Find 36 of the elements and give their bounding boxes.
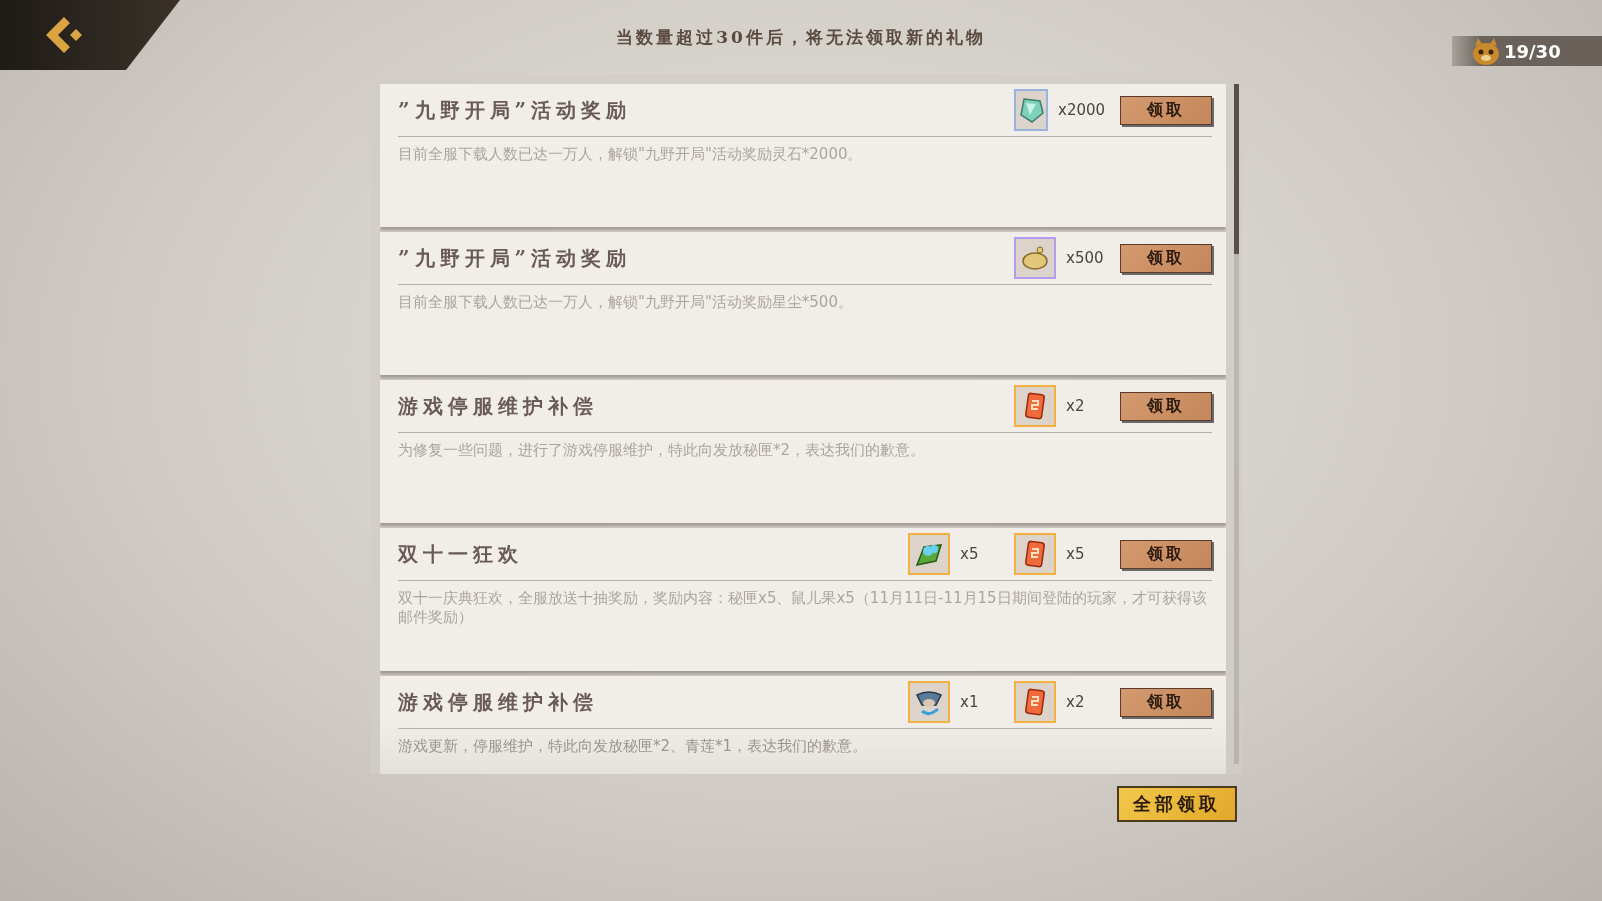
reward-count: x2 xyxy=(1066,397,1085,415)
claim-button[interactable]: 领取 xyxy=(1120,95,1212,125)
reward-count: x2 xyxy=(1066,693,1085,711)
reward-item-slot[interactable] xyxy=(1014,533,1056,575)
mail-title: ”九野开局”活动奖励 xyxy=(398,96,632,124)
reward-item-slot[interactable] xyxy=(908,681,950,723)
reward-item-slot[interactable] xyxy=(1014,681,1056,723)
mail-title: 双十一狂欢 xyxy=(398,540,524,568)
reward-item-slot[interactable] xyxy=(1014,237,1056,279)
mail-description: 目前全服下载人数已达一万人，解锁"九野开局"活动奖励灵石*2000。 xyxy=(398,144,864,164)
claim-button[interactable]: 领取 xyxy=(1120,243,1212,273)
reward-item-slot[interactable] xyxy=(908,533,950,575)
reward-count: x500 xyxy=(1066,249,1104,267)
reward-count: x5 xyxy=(1066,545,1085,563)
reward-item-slot[interactable] xyxy=(1014,385,1056,427)
reward-item-slot[interactable] xyxy=(1014,89,1048,131)
reward-count: x2000 xyxy=(1058,101,1106,119)
notice-text: 当数量超过30件后，将无法领取新的礼物 xyxy=(615,26,987,49)
pouch-icon xyxy=(1020,243,1050,273)
mail-title: 游戏停服维护补偿 xyxy=(398,688,599,716)
reward-count: x5 xyxy=(960,545,979,563)
mail-description: 为修复一些问题，进行了游戏停服维护，特此向发放秘匣*2，表达我们的歉意。 xyxy=(398,440,927,460)
claim-button[interactable]: 领取 xyxy=(1120,391,1212,421)
mail-description: 游戏更新，停服维护，特此向发放秘匣*2、青莲*1，表达我们的歉意。 xyxy=(398,736,869,756)
mail-description: 双十一庆典狂欢，全服放送十抽奖励，奖励内容：秘匣x5、鼠儿果x5（11月11日-11月15日期间登陆的玩家，才可获得该邮件奖励） xyxy=(398,588,1208,627)
counter-text: 19/30 xyxy=(1504,40,1561,62)
scrollbar-thumb[interactable] xyxy=(1234,84,1239,254)
reward-count: x1 xyxy=(960,693,979,711)
mail-title: ”九野开局”活动奖励 xyxy=(398,244,632,272)
claim-button[interactable]: 领取 xyxy=(1120,687,1212,717)
claim-button[interactable]: 领取 xyxy=(1120,539,1212,569)
mail-title: 游戏停服维护补偿 xyxy=(398,392,599,420)
back-button[interactable] xyxy=(0,0,180,70)
creature-icon xyxy=(1470,36,1502,66)
claim-all-button[interactable]: 全部领取 xyxy=(1117,786,1237,822)
mail-description: 目前全服下载人数已达一万人，解锁"九野开局"活动奖励星尘*500。 xyxy=(398,292,854,312)
